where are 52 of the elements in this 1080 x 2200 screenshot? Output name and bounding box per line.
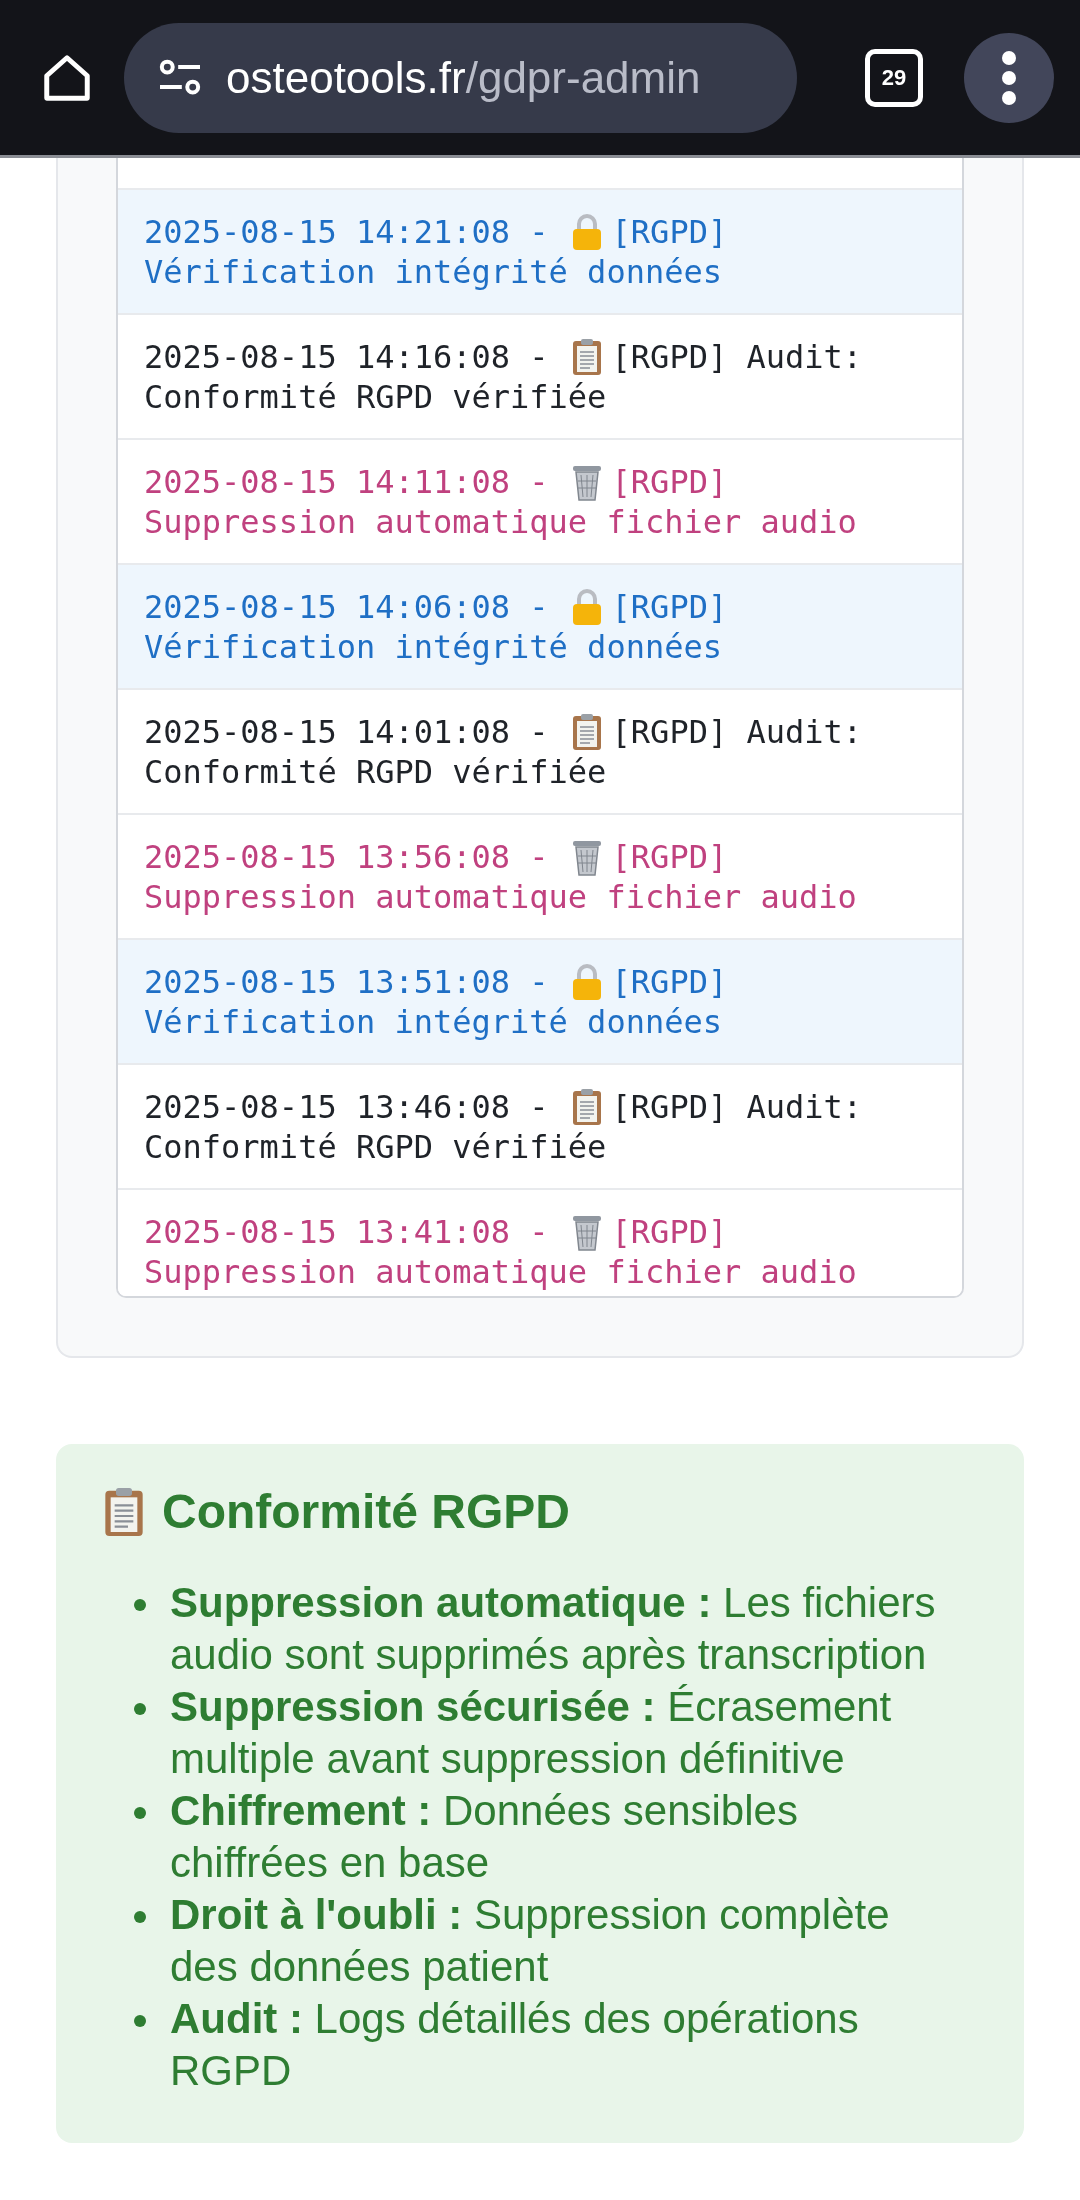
- log-time: 2025-08-15 14:06:08 -: [144, 587, 549, 627]
- log-time: 2025-08-15 14:01:08 -: [144, 712, 549, 752]
- tab-switcher-button[interactable]: 29: [865, 48, 923, 107]
- log-time: 2025-08-15 13:41:08 -: [144, 1212, 549, 1252]
- url-text: osteotools.fr/gdpr-admin: [226, 52, 701, 103]
- compliance-item: Audit : Logs détaillés des opérations RGPD: [170, 1994, 860, 2096]
- log-time: 2025-08-15 13:51:08 -: [144, 962, 549, 1002]
- compliance-item: Suppression automatique : Les fichiers audio sont supprimés après transcription: [170, 1578, 937, 1680]
- clipboard-icon: [571, 338, 602, 376]
- log-message: Suppression automatique fichier audio: [144, 1252, 857, 1292]
- log-tag: [RGPD]: [611, 462, 728, 502]
- clipboard-icon: [104, 1485, 144, 1538]
- compliance-item: Droit à l'oubli : Suppression complète des données patient: [170, 1890, 891, 1992]
- log-time: 2025-08-15 14:11:08 -: [144, 462, 549, 502]
- compliance-item: Chiffrement : Données sensibles chiffrées en base: [170, 1786, 799, 1888]
- padlock-icon: [571, 588, 602, 626]
- log-message: Conformité RGPD vérifiée: [144, 377, 607, 417]
- log-message: Conformité RGPD vérifiée: [144, 1127, 607, 1167]
- log-time: 2025-08-15 14:21:08 -: [144, 212, 549, 252]
- log-message: Suppression automatique fichier audio: [144, 877, 857, 917]
- log-time: 2025-08-15 13:46:08 -: [144, 1087, 549, 1127]
- bullet-dot: [134, 1807, 146, 1819]
- log-tag: [RGPD]: [611, 962, 728, 1002]
- trash-icon: [571, 1213, 602, 1251]
- log-time: 2025-08-15 13:56:08 -: [144, 837, 549, 877]
- log-tag: [RGPD]: [611, 1212, 728, 1252]
- padlock-icon: [571, 213, 602, 251]
- more-icon: [1001, 49, 1017, 106]
- log-tag: [RGPD] Audit:: [611, 712, 863, 752]
- address-bar[interactable]: osteotools.fr/gdpr-admin: [124, 22, 797, 133]
- log-tag: [RGPD] Audit:: [611, 1087, 863, 1127]
- bullet-dot: [134, 1911, 146, 1923]
- bullet-dot: [134, 2015, 146, 2027]
- compliance-item: Suppression sécurisée : Écrasement multiple avant suppression définitive: [170, 1682, 893, 1784]
- clipboard-icon: [571, 1088, 602, 1126]
- log-message: Vérification intégrité données: [144, 627, 722, 667]
- trash-icon: [571, 838, 602, 876]
- log-tag: [RGPD] Audit:: [611, 337, 863, 377]
- log-message: Suppression automatique fichier audio: [144, 502, 857, 542]
- bullet-dot: [134, 1599, 146, 1611]
- clipboard-icon: [571, 713, 602, 751]
- bullet-dot: [134, 1703, 146, 1715]
- log-message: Conformité RGPD vérifiée: [144, 752, 607, 792]
- trash-icon: [571, 463, 602, 501]
- log-message: Vérification intégrité données: [144, 1002, 722, 1042]
- log-time: 2025-08-15 14:16:08 -: [144, 337, 549, 377]
- log-tag: [RGPD]: [611, 587, 728, 627]
- card-title: Conformité RGPD: [162, 1484, 570, 1539]
- log-tag: [RGPD]: [611, 837, 728, 877]
- padlock-icon: [571, 963, 602, 1001]
- log-tag: [RGPD]: [611, 212, 728, 252]
- log-message: Vérification intégrité données: [144, 252, 722, 292]
